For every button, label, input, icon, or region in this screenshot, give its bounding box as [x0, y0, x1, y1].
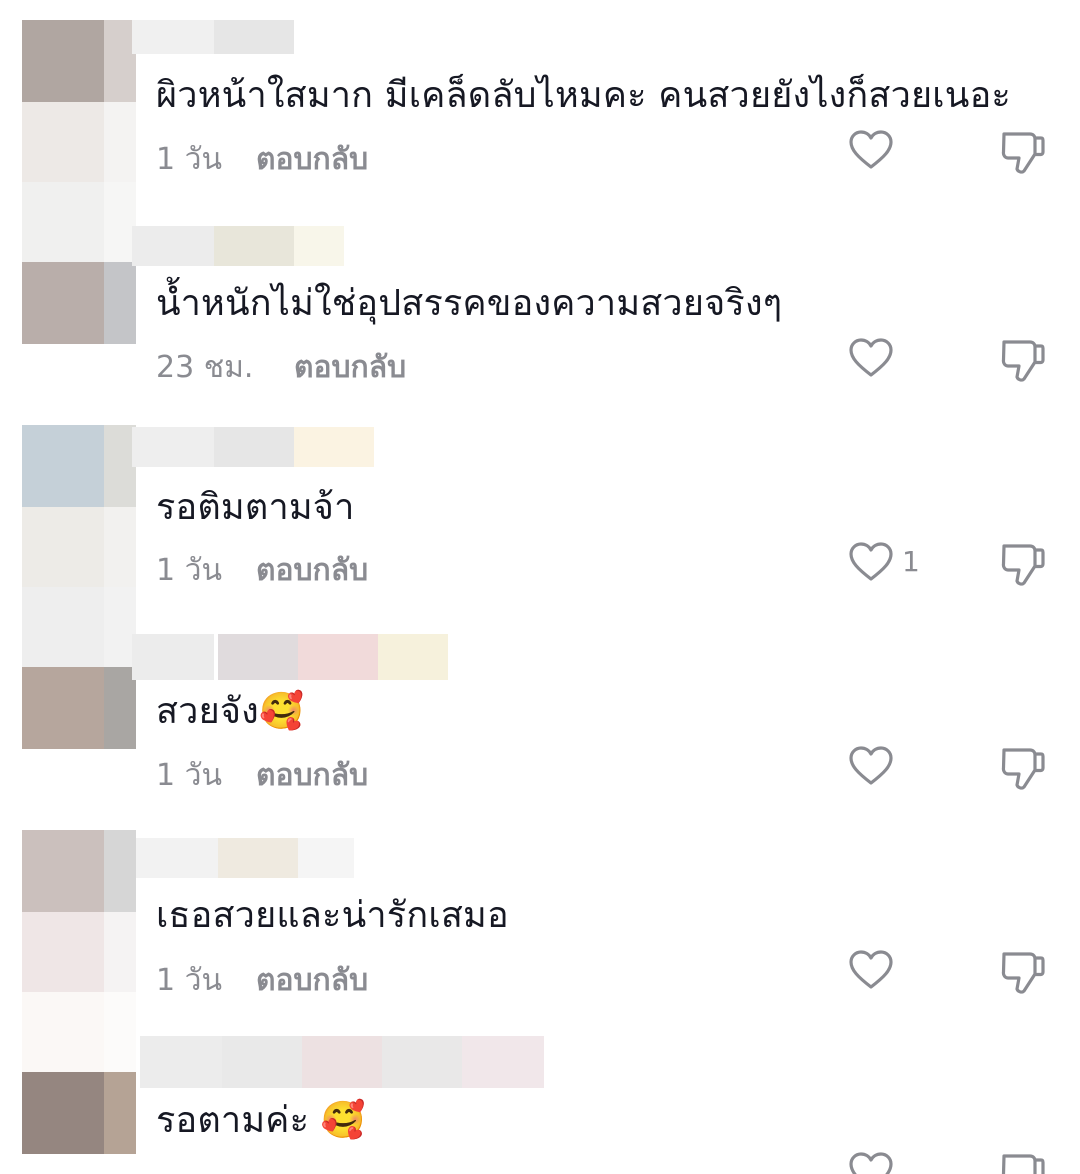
like-count: 1: [902, 545, 920, 578]
mosaic-block: [22, 102, 104, 182]
dislike-button[interactable]: [1000, 1152, 1046, 1174]
mosaic-block: [218, 838, 298, 878]
like-button[interactable]: [848, 1152, 894, 1174]
comment-time: 23 ชม.: [156, 350, 254, 385]
like-button[interactable]: [848, 746, 894, 786]
mosaic-block: [22, 667, 104, 749]
heart-outline-icon: [849, 746, 893, 785]
reply-button[interactable]: ตอบกลับ: [294, 348, 406, 388]
mosaic-block: [382, 1036, 462, 1088]
reply-button[interactable]: ตอบกลับ: [256, 961, 368, 1001]
dislike-button[interactable]: [1000, 338, 1046, 382]
comment-text: เธอสวยและน่ารักเสมอ: [156, 895, 509, 936]
mosaic-block: [104, 102, 136, 182]
comment-text: ผิวหน้าใสมาก มีเคล็ดลับไหมคะ คนสวยยังไงก…: [156, 75, 1011, 116]
reply-button[interactable]: ตอบกลับ: [256, 140, 368, 180]
comment-text: สวยจัง🥰: [156, 691, 304, 732]
mosaic-block: [294, 427, 374, 467]
mosaic-block: [462, 1036, 544, 1088]
mosaic-block: [104, 1072, 136, 1154]
mosaic-block: [132, 226, 214, 266]
mosaic-block: [214, 226, 294, 266]
comment-time: 1 วัน: [156, 142, 222, 177]
mosaic-block: [132, 634, 214, 680]
mosaic-block: [132, 20, 214, 54]
thumbs-down-outline-icon: [1001, 1154, 1045, 1174]
comment-time: 1 วัน: [156, 963, 222, 998]
reply-button[interactable]: ตอบกลับ: [256, 756, 368, 796]
heart-outline-icon: [849, 130, 893, 169]
mosaic-block: [104, 507, 136, 587]
mosaic-block: [22, 992, 104, 1072]
heart-outline-icon: [849, 1152, 893, 1174]
dislike-button[interactable]: [1000, 130, 1046, 174]
like-button[interactable]: [848, 338, 894, 378]
dislike-button[interactable]: [1000, 950, 1046, 994]
heart-outline-icon: [849, 338, 893, 377]
mosaic-block: [140, 1036, 222, 1088]
like-button[interactable]: [848, 950, 894, 990]
mosaic-block: [294, 226, 344, 266]
mosaic-block: [302, 1036, 382, 1088]
mosaic-block: [22, 912, 104, 992]
mosaic-block: [104, 830, 136, 912]
mosaic-block: [298, 634, 378, 680]
mosaic-block: [22, 182, 104, 262]
mosaic-block: [104, 912, 136, 992]
thumbs-down-outline-icon: [1001, 544, 1045, 586]
comment-text: น้ำหนักไม่ใช่อุปสรรคของความสวยจริงๆ: [156, 283, 783, 324]
mosaic-block: [222, 1036, 302, 1088]
comment-text: รอตามค่ะ 🥰: [156, 1100, 366, 1141]
like-button[interactable]: [848, 542, 894, 582]
mosaic-block: [214, 427, 294, 467]
mosaic-block: [22, 20, 104, 102]
mosaic-block: [22, 830, 104, 912]
mosaic-block: [218, 634, 298, 680]
mosaic-block: [22, 1072, 104, 1154]
comment-time: 1 วัน: [156, 758, 222, 793]
mosaic-block: [132, 427, 214, 467]
dislike-button[interactable]: [1000, 746, 1046, 790]
mosaic-block: [378, 634, 448, 680]
mosaic-block: [22, 507, 104, 587]
reply-button[interactable]: ตอบกลับ: [256, 551, 368, 591]
mosaic-block: [22, 262, 104, 344]
comment-text: รอติมตามจ้า: [156, 487, 355, 528]
heart-outline-icon: [849, 950, 893, 989]
thumbs-down-outline-icon: [1001, 748, 1045, 790]
mosaic-block: [104, 262, 136, 344]
dislike-button[interactable]: [1000, 542, 1046, 586]
thumbs-down-outline-icon: [1001, 952, 1045, 994]
mosaic-block: [22, 587, 104, 667]
like-button[interactable]: [848, 130, 894, 170]
heart-outline-icon: [849, 542, 893, 581]
mosaic-block: [298, 838, 354, 878]
comment-time: 1 วัน: [156, 553, 222, 588]
mosaic-block: [214, 20, 294, 54]
thumbs-down-outline-icon: [1001, 132, 1045, 174]
mosaic-block: [136, 838, 218, 878]
mosaic-block: [104, 992, 136, 1072]
mosaic-block: [22, 425, 104, 507]
thumbs-down-outline-icon: [1001, 340, 1045, 382]
